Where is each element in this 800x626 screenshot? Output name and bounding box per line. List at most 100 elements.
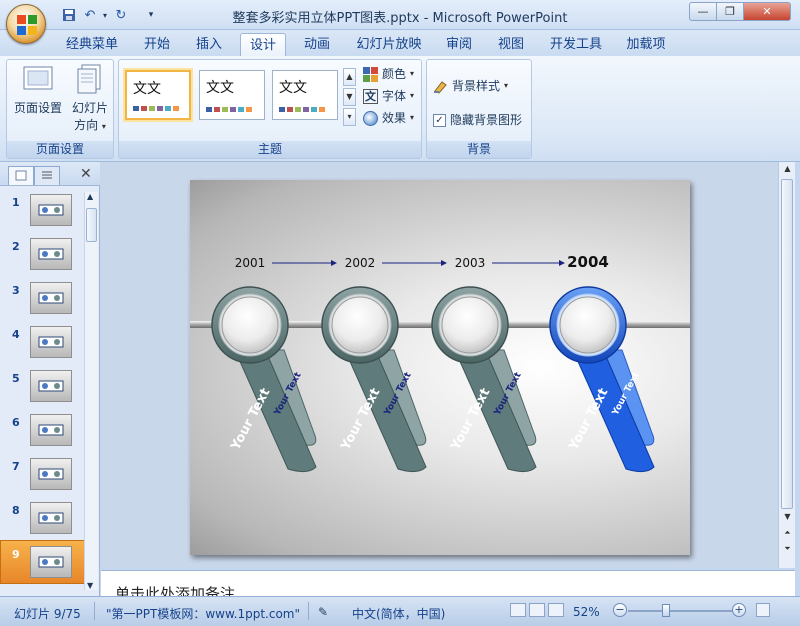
tab-home[interactable]: 开始: [136, 33, 178, 57]
gallery-scroll-down[interactable]: ▼: [343, 88, 356, 106]
slide-sorter-view-icon[interactable]: [529, 603, 545, 617]
slide-thumbnail[interactable]: [30, 238, 72, 270]
slide-thumbnail-item[interactable]: 1: [8, 194, 78, 232]
background-styles-button[interactable]: 背景样式 ▾: [433, 76, 508, 96]
slides-tab[interactable]: [8, 166, 34, 185]
slideshow-view-icon[interactable]: [548, 603, 564, 617]
theme-color-bars: [206, 107, 252, 112]
close-pane-icon[interactable]: ✕: [80, 166, 92, 182]
tab-review[interactable]: 审阅: [438, 33, 480, 57]
previous-slide-icon[interactable]: ⏶: [781, 528, 794, 541]
slide-thumbnail-item[interactable]: 8: [8, 502, 78, 540]
timeline-pin-2003: Your Text Your Text: [431, 286, 537, 473]
slide-thumbnail[interactable]: [30, 414, 72, 446]
tab-design[interactable]: 设计: [240, 33, 286, 57]
scroll-up-icon[interactable]: ▲: [87, 192, 93, 201]
slide-thumbnail-item[interactable]: 2: [8, 238, 78, 276]
normal-view-icon[interactable]: [510, 603, 526, 617]
slide-editing-area: Your Text Your Text Your Text Your Text Your…: [101, 162, 778, 568]
close-button[interactable]: ✕: [743, 2, 791, 21]
gallery-scroll-up[interactable]: ▲: [343, 68, 356, 86]
slide-thumbnail-item[interactable]: 9: [0, 540, 86, 584]
hide-background-label: 隐藏背景图形: [450, 113, 523, 127]
language-indicator[interactable]: 中文(简体，中国): [352, 605, 445, 622]
outline-tab[interactable]: [34, 166, 60, 185]
scroll-thumb[interactable]: [86, 208, 97, 242]
slide-orientation-label: 幻灯片: [71, 101, 108, 115]
maximize-button[interactable]: ❐: [716, 2, 744, 21]
theme-thumb-2[interactable]: 文文: [199, 70, 265, 120]
scroll-up-icon[interactable]: ▲: [781, 164, 794, 177]
slides-pane: ✕ 1 2 3 4 5 6 7 8 9 ▲ ▼: [0, 162, 100, 596]
group-label-page-setup: 页面设置: [7, 141, 113, 158]
slide-thumbnail[interactable]: [30, 458, 72, 490]
slide-thumbnail[interactable]: [30, 502, 72, 534]
scroll-down-icon[interactable]: ▼: [781, 512, 794, 525]
pin-lens: [331, 296, 389, 354]
notes-pane[interactable]: 单击此处添加备注: [101, 570, 795, 603]
slide-thumbnail[interactable]: [30, 194, 72, 226]
year-label-2001: 2001: [235, 256, 266, 270]
outline-tab-icon: [42, 171, 52, 179]
pin-lens: [559, 296, 617, 354]
zoom-out-icon[interactable]: −: [613, 603, 627, 617]
theme-colors-button[interactable]: 颜色 ▾: [363, 64, 414, 84]
slide-counter: 幻灯片 9/75: [14, 607, 81, 621]
theme-effects-icon: [363, 110, 378, 126]
page-setup-button[interactable]: 页面设置: [13, 64, 63, 116]
tab-insert[interactable]: 插入: [188, 33, 230, 57]
slide-thumbnail[interactable]: [30, 282, 72, 314]
tab-addins[interactable]: 加载项: [618, 33, 674, 57]
page-setup-icon: [23, 66, 53, 90]
theme-effects-button[interactable]: 效果 ▾: [363, 108, 414, 128]
slide-thumbnail-item[interactable]: 4: [8, 326, 78, 364]
slide-number: 6: [12, 416, 20, 429]
theme-thumb-3[interactable]: 文文: [272, 70, 338, 120]
theme-thumb-text: 文文: [279, 80, 307, 96]
zoom-in-icon[interactable]: +: [732, 603, 746, 617]
main-scroll-thumb[interactable]: [781, 179, 793, 509]
slide-thumbnail-item[interactable]: 5: [8, 370, 78, 408]
slide-number: 1: [12, 196, 20, 209]
year-label-2003: 2003: [455, 256, 486, 270]
current-slide[interactable]: Your Text Your Text Your Text Your Text Your…: [190, 180, 690, 555]
tab-animation[interactable]: 动画: [296, 33, 338, 57]
pin-lens: [441, 296, 499, 354]
timeline-graphic: Your Text Your Text Your Text Your Text Your…: [190, 253, 690, 473]
minimize-button[interactable]: —: [689, 2, 717, 21]
pin-lens: [221, 296, 279, 354]
background-styles-icon: [434, 80, 447, 94]
tab-view[interactable]: 视图: [490, 33, 532, 57]
slide-thumbnail[interactable]: [30, 370, 72, 402]
group-themes: 文文 文文 文文 ▲ ▼ ▾ 颜色 ▾ 文 字体 ▾ 效果 ▾ 主题: [118, 59, 422, 159]
theme-name: "第一PPT模板网：www.1ppt.com": [106, 607, 301, 621]
zoom-slider-thumb[interactable]: [661, 604, 670, 617]
slide-orientation-button[interactable]: 幻灯片 方向 ▾: [65, 64, 115, 133]
slide-thumbnail-item[interactable]: 7: [8, 458, 78, 496]
tab-developer[interactable]: 开发工具: [544, 33, 608, 57]
gallery-more[interactable]: ▾: [343, 108, 356, 126]
tab-slideshow[interactable]: 幻灯片放映: [350, 33, 428, 57]
hide-background-checkbox[interactable]: ✓: [433, 113, 446, 127]
next-slide-icon[interactable]: ⏷: [781, 544, 794, 557]
slides-pane-scrollbar[interactable]: ▲ ▼: [84, 192, 98, 590]
theme-fonts-label: 字体: [382, 89, 407, 103]
tab-classic-menu[interactable]: 经典菜单: [60, 33, 124, 57]
zoom-level[interactable]: 52%: [573, 605, 600, 619]
slide-thumbnail-item[interactable]: 3: [8, 282, 78, 320]
pane-tabs: ✕: [0, 162, 100, 186]
office-button[interactable]: [6, 4, 46, 44]
fit-to-window-icon[interactable]: [756, 603, 770, 617]
slide-thumbnail[interactable]: [30, 546, 72, 578]
theme-fonts-button[interactable]: 文 字体 ▾: [363, 86, 414, 106]
hide-background-graphics[interactable]: ✓ 隐藏背景图形: [433, 110, 522, 130]
spellcheck-icon[interactable]: ✎: [318, 605, 328, 619]
slide-thumbnail[interactable]: [30, 326, 72, 358]
theme-thumb-1[interactable]: 文文: [125, 70, 191, 120]
zoom-slider[interactable]: [628, 610, 734, 612]
slide-thumbnail-item[interactable]: 6: [8, 414, 78, 452]
vertical-scrollbar[interactable]: ▲ ▼ ⏶ ⏷: [778, 162, 795, 568]
page-setup-label: 页面设置: [13, 101, 62, 115]
slides-tab-icon: [15, 170, 27, 181]
scroll-down-icon[interactable]: ▼: [87, 581, 93, 590]
